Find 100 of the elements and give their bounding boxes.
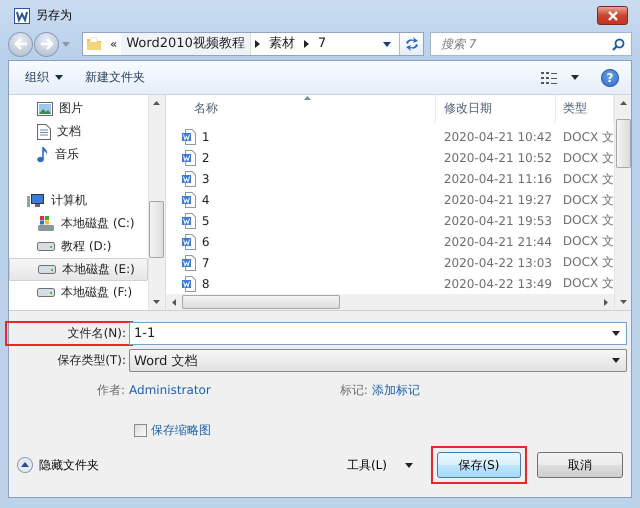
column-header[interactable]: 修改日期 xyxy=(436,95,556,123)
window-title: 另存为 xyxy=(36,7,72,24)
search-icon xyxy=(612,38,625,50)
drive-icon xyxy=(37,242,55,251)
forward-button[interactable] xyxy=(34,32,59,56)
sort-arrow-icon xyxy=(304,96,312,100)
scroll-down-icon[interactable] xyxy=(153,300,160,304)
view-caret-icon[interactable] xyxy=(571,75,579,80)
author-label: 作者: xyxy=(96,382,126,398)
tags-label: 标记: xyxy=(340,382,369,398)
author-link[interactable]: Administrator xyxy=(129,383,211,397)
organize-button[interactable]: 组织 xyxy=(17,65,71,90)
music-note-icon xyxy=(37,146,49,162)
file-row[interactable]: 8 2020-04-22 13:49 DOCX 文 xyxy=(166,273,614,294)
modified-date: 2020-04-22 13:49 xyxy=(442,276,554,291)
file-name: 3 xyxy=(202,172,210,186)
dialog-button[interactable]: 保存(S) xyxy=(437,452,521,478)
scroll-left-icon[interactable] xyxy=(172,298,176,306)
dropdown-caret-icon xyxy=(612,358,620,363)
file-row[interactable]: 5 2020-04-21 19:53 DOCX 文 xyxy=(166,210,614,232)
file-name: 7 xyxy=(202,256,210,270)
breadcrumb-item[interactable]: 素材 xyxy=(264,33,300,55)
scroll-thumb[interactable] xyxy=(616,119,630,168)
refresh-icon xyxy=(404,37,420,51)
breadcrumb-arrow-icon[interactable] xyxy=(304,40,309,48)
caret-icon xyxy=(405,462,413,468)
scrollbar[interactable] xyxy=(166,294,614,310)
close-icon xyxy=(606,10,618,20)
file-name-field[interactable]: 1-1 xyxy=(129,322,627,345)
modified-date: 2020-04-21 21:44 xyxy=(442,234,554,249)
picture-icon xyxy=(37,102,53,116)
sidebar-item[interactable]: 本地磁盘 (E:) xyxy=(9,258,148,281)
sidebar-item[interactable]: 音乐 xyxy=(9,143,148,166)
file-row[interactable]: 3 2020-04-21 11:16 DOCX 文 xyxy=(166,168,614,190)
hide-folders-button[interactable]: 隐藏文件夹 xyxy=(17,456,99,474)
scroll-up-icon[interactable] xyxy=(620,101,626,105)
scroll-thumb[interactable] xyxy=(182,295,340,310)
sidebar-item[interactable]: 计算机 xyxy=(9,189,148,212)
tools-button[interactable]: 工具(L) xyxy=(346,456,413,474)
sidebar-item[interactable]: 文档 xyxy=(9,120,148,143)
word-document-icon xyxy=(182,234,196,250)
new-folder-button[interactable]: 新建文件夹 xyxy=(77,65,153,90)
address-bar[interactable]: « Word2010视频教程 素材 7 xyxy=(82,32,424,56)
modified-date: 2020-04-21 10:52 xyxy=(442,151,554,166)
word-document-icon xyxy=(182,212,196,229)
scrollbar[interactable] xyxy=(148,95,165,310)
overflow-chevron[interactable]: « xyxy=(106,37,122,51)
file-type: DOCX 文 xyxy=(562,254,614,272)
file-type: DOCX 文 xyxy=(562,275,614,292)
column-header[interactable]: 名称 xyxy=(166,95,436,123)
checkbox[interactable] xyxy=(134,424,147,436)
computer-icon xyxy=(27,192,45,208)
file-name: 6 xyxy=(202,234,210,249)
breadcrumb-item[interactable]: Word2010视频教程 xyxy=(121,33,251,55)
dropdown-caret-icon[interactable] xyxy=(383,42,391,46)
scroll-up-icon[interactable] xyxy=(153,101,160,105)
breadcrumb-arrow-icon[interactable] xyxy=(254,40,260,48)
file-name: 5 xyxy=(202,214,210,228)
file-name: 2 xyxy=(202,151,210,166)
scroll-thumb[interactable] xyxy=(149,201,164,258)
thumbnail-label[interactable]: 保存缩略图 xyxy=(151,422,211,438)
word-document-icon xyxy=(182,276,196,292)
sidebar-item[interactable]: 本地磁盘 (F:) xyxy=(9,281,148,304)
sidebar-item[interactable]: 本地磁盘 (C:) xyxy=(9,212,148,235)
word-document-icon xyxy=(182,150,196,166)
file-type: DOCX 文 xyxy=(562,192,614,209)
scrollbar[interactable] xyxy=(614,95,631,310)
arrow-right-icon xyxy=(40,38,54,50)
file-row[interactable]: 1 2020-04-21 10:42 DOCX 文 xyxy=(166,126,614,148)
collapse-up-icon xyxy=(17,457,33,473)
sidebar-item[interactable]: 教程 (D:) xyxy=(9,235,148,258)
refresh-button[interactable] xyxy=(399,33,423,55)
modified-date: 2020-04-21 10:42 xyxy=(442,130,554,144)
scroll-right-icon[interactable] xyxy=(604,298,608,306)
dialog-button[interactable]: 取消 xyxy=(537,452,623,478)
list-view-icon xyxy=(541,72,557,84)
file-row[interactable]: 2 2020-04-21 10:52 DOCX 文 xyxy=(166,148,614,169)
file-type: DOCX 文 xyxy=(562,128,614,146)
modified-date: 2020-04-22 13:03 xyxy=(442,256,554,270)
add-tags-link[interactable]: 添加标记 xyxy=(372,382,420,398)
modified-date: 2020-04-21 11:16 xyxy=(442,172,554,186)
word-document-icon xyxy=(182,254,196,271)
back-button[interactable] xyxy=(8,32,33,56)
arrow-left-icon xyxy=(14,38,28,50)
breadcrumb-item[interactable]: 7 xyxy=(312,33,332,55)
word-document-icon xyxy=(182,171,196,188)
scroll-down-icon[interactable] xyxy=(620,300,626,304)
word-document-icon xyxy=(182,192,196,208)
caret-icon xyxy=(55,75,63,80)
sidebar-item[interactable]: 图片 xyxy=(9,97,148,120)
file-name: 4 xyxy=(202,193,210,208)
save-type-dropdown[interactable]: Word 文档 xyxy=(129,349,627,372)
dropdown-caret-icon[interactable] xyxy=(612,331,620,336)
word-document-icon xyxy=(182,129,196,146)
file-row[interactable]: 6 2020-04-21 21:44 DOCX 文 xyxy=(166,231,614,252)
search-field[interactable]: 搜索 7 xyxy=(430,32,632,56)
save-type-label: 保存类型(T): xyxy=(56,352,127,369)
close-button[interactable] xyxy=(597,6,628,25)
file-row[interactable]: 4 2020-04-21 19:27 DOCX 文 xyxy=(166,190,614,210)
file-row[interactable]: 7 2020-04-22 13:03 DOCX 文 xyxy=(166,252,614,274)
